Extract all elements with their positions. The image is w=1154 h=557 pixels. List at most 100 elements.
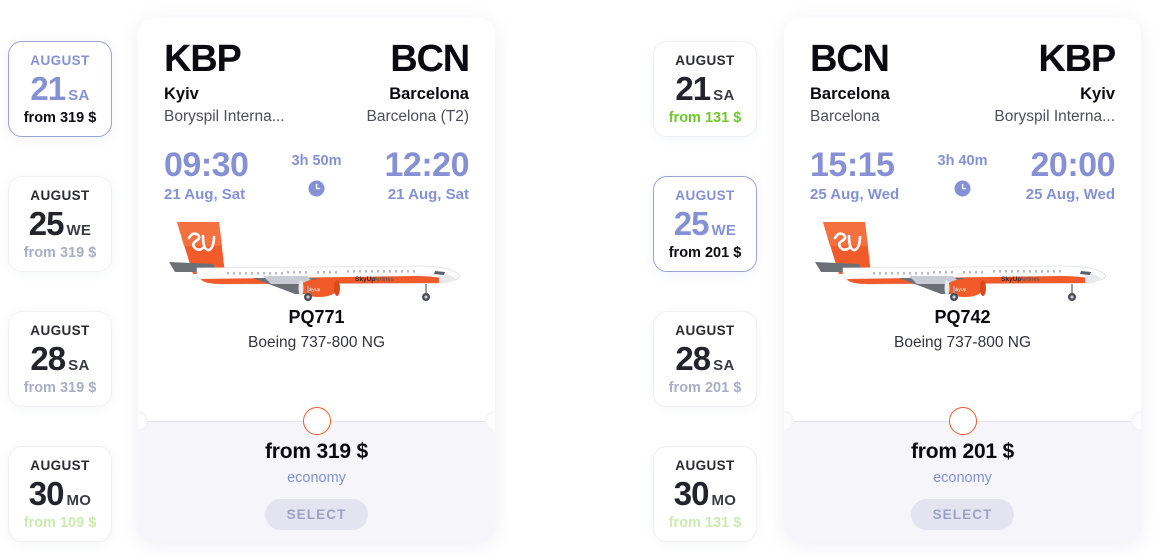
date-card-month: AUGUST [30,458,90,473]
origin-iata-code: KBP [164,38,242,80]
flight-card-details: BCN Barcelona Barcelona KBP Kyiv Boryspi… [784,18,1141,421]
date-card-price: from 319 $ [23,379,97,396]
outbound-date-column: AUGUST 21 SA from 319 $ AUGUST 25 WE from … [0,0,146,557]
arrival-time: 12:20 [384,146,470,185]
date-card-day: 21 [30,69,66,107]
date-card-dow: SA [713,86,735,104]
airplane-illustration: SkyUp Airlines SkyUp [164,210,469,306]
date-card-dayrow: 21 SA [19,72,101,105]
date-card-dow: MO [66,491,92,509]
aircraft-type: Boeing 737-800 NG [247,334,385,352]
duration-block: 3h 50m [292,148,342,197]
fare-amount: 319 $ [316,440,369,463]
departure-time: 09:30 [164,146,249,185]
svg-text:Airlines: Airlines [374,277,394,283]
route-header: KBP Kyiv Boryspil Interna... BCN Barcelo… [164,18,470,126]
origin-airport: Boryspil Interna... [164,107,285,125]
destination-iata-code: KBP [1038,38,1116,80]
date-card-outbound-1[interactable]: AUGUST 25 WE from 319 $ [8,176,112,272]
fare-panel: from 201 $ economy SELECT [784,421,1141,542]
departure-date: 21 Aug, Sat [164,186,246,204]
date-card-inbound-2[interactable]: AUGUST 28 SA from 201 $ [653,311,757,407]
date-card-day: 30 [673,474,710,512]
svg-text:SkyUp: SkyUp [1001,276,1021,283]
date-card-dayrow: 28 SA [664,342,746,375]
svg-text:Airlines: Airlines [1020,277,1040,283]
departure-block: 09:30 21 Aug, Sat [164,146,249,204]
date-card-month: AUGUST [30,188,90,203]
date-card-month: AUGUST [675,188,735,203]
date-card-dayrow: 21 SA [664,72,746,105]
select-button[interactable]: SELECT [264,498,369,530]
fare-amount: 201 $ [962,440,1015,463]
aircraft-type: Boeing 737-800 NG [893,334,1031,352]
date-card-inbound-1[interactable]: AUGUST 25 WE from 201 $ [653,176,757,272]
date-card-price: from 319 $ [23,244,97,261]
clock-icon [292,180,342,197]
cabin-class: economy [287,470,346,486]
date-card-day: 25 [673,204,710,242]
svg-text:SkyUp: SkyUp [953,287,967,292]
route-header: BCN Barcelona Barcelona KBP Kyiv Boryspi… [810,18,1116,126]
date-card-day: 25 [28,204,65,242]
svg-text:SkyUp: SkyUp [307,287,321,292]
flight-number: PQ771 [288,307,345,328]
date-card-day: 28 [30,339,66,377]
fare-marker-circle [302,407,331,435]
fare-prefix: from [264,440,311,463]
date-card-dow: WE [66,221,92,239]
flight-card-inbound[interactable]: BCN Barcelona Barcelona KBP Kyiv Boryspi… [784,18,1141,542]
fare-prefix: from [910,440,957,463]
destination-airport: Barcelona (T2) [366,107,469,125]
destination-airport: Boryspil Interna... [994,107,1115,125]
origin-city: Barcelona [810,85,890,103]
flight-duration: 3h 40m [937,153,988,170]
fare-price: from 319 $ [138,441,495,462]
date-card-dayrow: 28 SA [19,342,101,375]
flight-number: PQ742 [934,307,991,328]
route-destination: KBP Kyiv Boryspil Interna... [994,38,1116,126]
departure-time: 15:15 [810,146,895,185]
flight-card-details: KBP Kyiv Boryspil Interna... BCN Barcelo… [138,18,495,421]
date-card-inbound-0[interactable]: AUGUST 21 SA from 131 $ [653,41,757,137]
date-card-dow: WE [711,221,737,239]
date-card-day: 30 [28,474,65,512]
fare-panel: from 319 $ economy SELECT [138,421,495,542]
origin-iata-code: BCN [810,38,890,80]
date-card-outbound-2[interactable]: AUGUST 28 SA from 319 $ [8,311,112,407]
duration-block: 3h 40m [937,148,988,197]
svg-text:SkyUp: SkyUp [355,276,375,283]
route-origin: KBP Kyiv Boryspil Interna... [164,40,285,126]
date-card-price: from 109 $ [23,514,97,531]
date-card-month: AUGUST [675,53,735,68]
origin-city: Kyiv [164,85,199,103]
cabin-class: economy [933,470,992,486]
date-card-day: 21 [675,69,711,107]
date-card-inbound-3[interactable]: AUGUST 30 MO from 131 $ [653,446,757,542]
date-card-month: AUGUST [675,323,735,338]
date-card-day: 28 [675,339,711,377]
date-card-month: AUGUST [30,53,90,68]
date-card-outbound-0[interactable]: AUGUST 21 SA from 319 $ [8,41,112,137]
destination-city: Barcelona [389,85,469,103]
date-card-dayrow: 25 WE [19,207,101,240]
date-card-dayrow: 30 MO [664,477,746,510]
date-card-month: AUGUST [675,458,735,473]
flight-card-outbound[interactable]: KBP Kyiv Boryspil Interna... BCN Barcelo… [138,18,495,542]
date-card-dow: SA [68,86,90,104]
date-card-dow: SA [68,356,90,374]
route-origin: BCN Barcelona Barcelona [810,40,890,126]
arrival-block: 20:00 25 Aug, Wed [1025,148,1116,204]
date-card-dayrow: 25 WE [664,207,746,240]
date-card-outbound-3[interactable]: AUGUST 30 MO from 109 $ [8,446,112,542]
select-button[interactable]: SELECT [910,498,1015,530]
airplane-illustration: SkyUp Airlines SkyUp [810,210,1115,306]
times-row: 09:30 21 Aug, Sat 3h 50m 12:20 21 Aug, S… [164,148,469,202]
date-card-price: from 319 $ [23,109,97,126]
date-card-price: from 201 $ [668,244,742,261]
date-card-price: from 131 $ [668,109,742,126]
arrival-date: 25 Aug, Wed [1025,186,1115,204]
arrival-date: 21 Aug, Sat [387,186,469,204]
route-destination: BCN Barcelona Barcelona (T2) [366,40,470,126]
date-card-dayrow: 30 MO [19,477,101,510]
